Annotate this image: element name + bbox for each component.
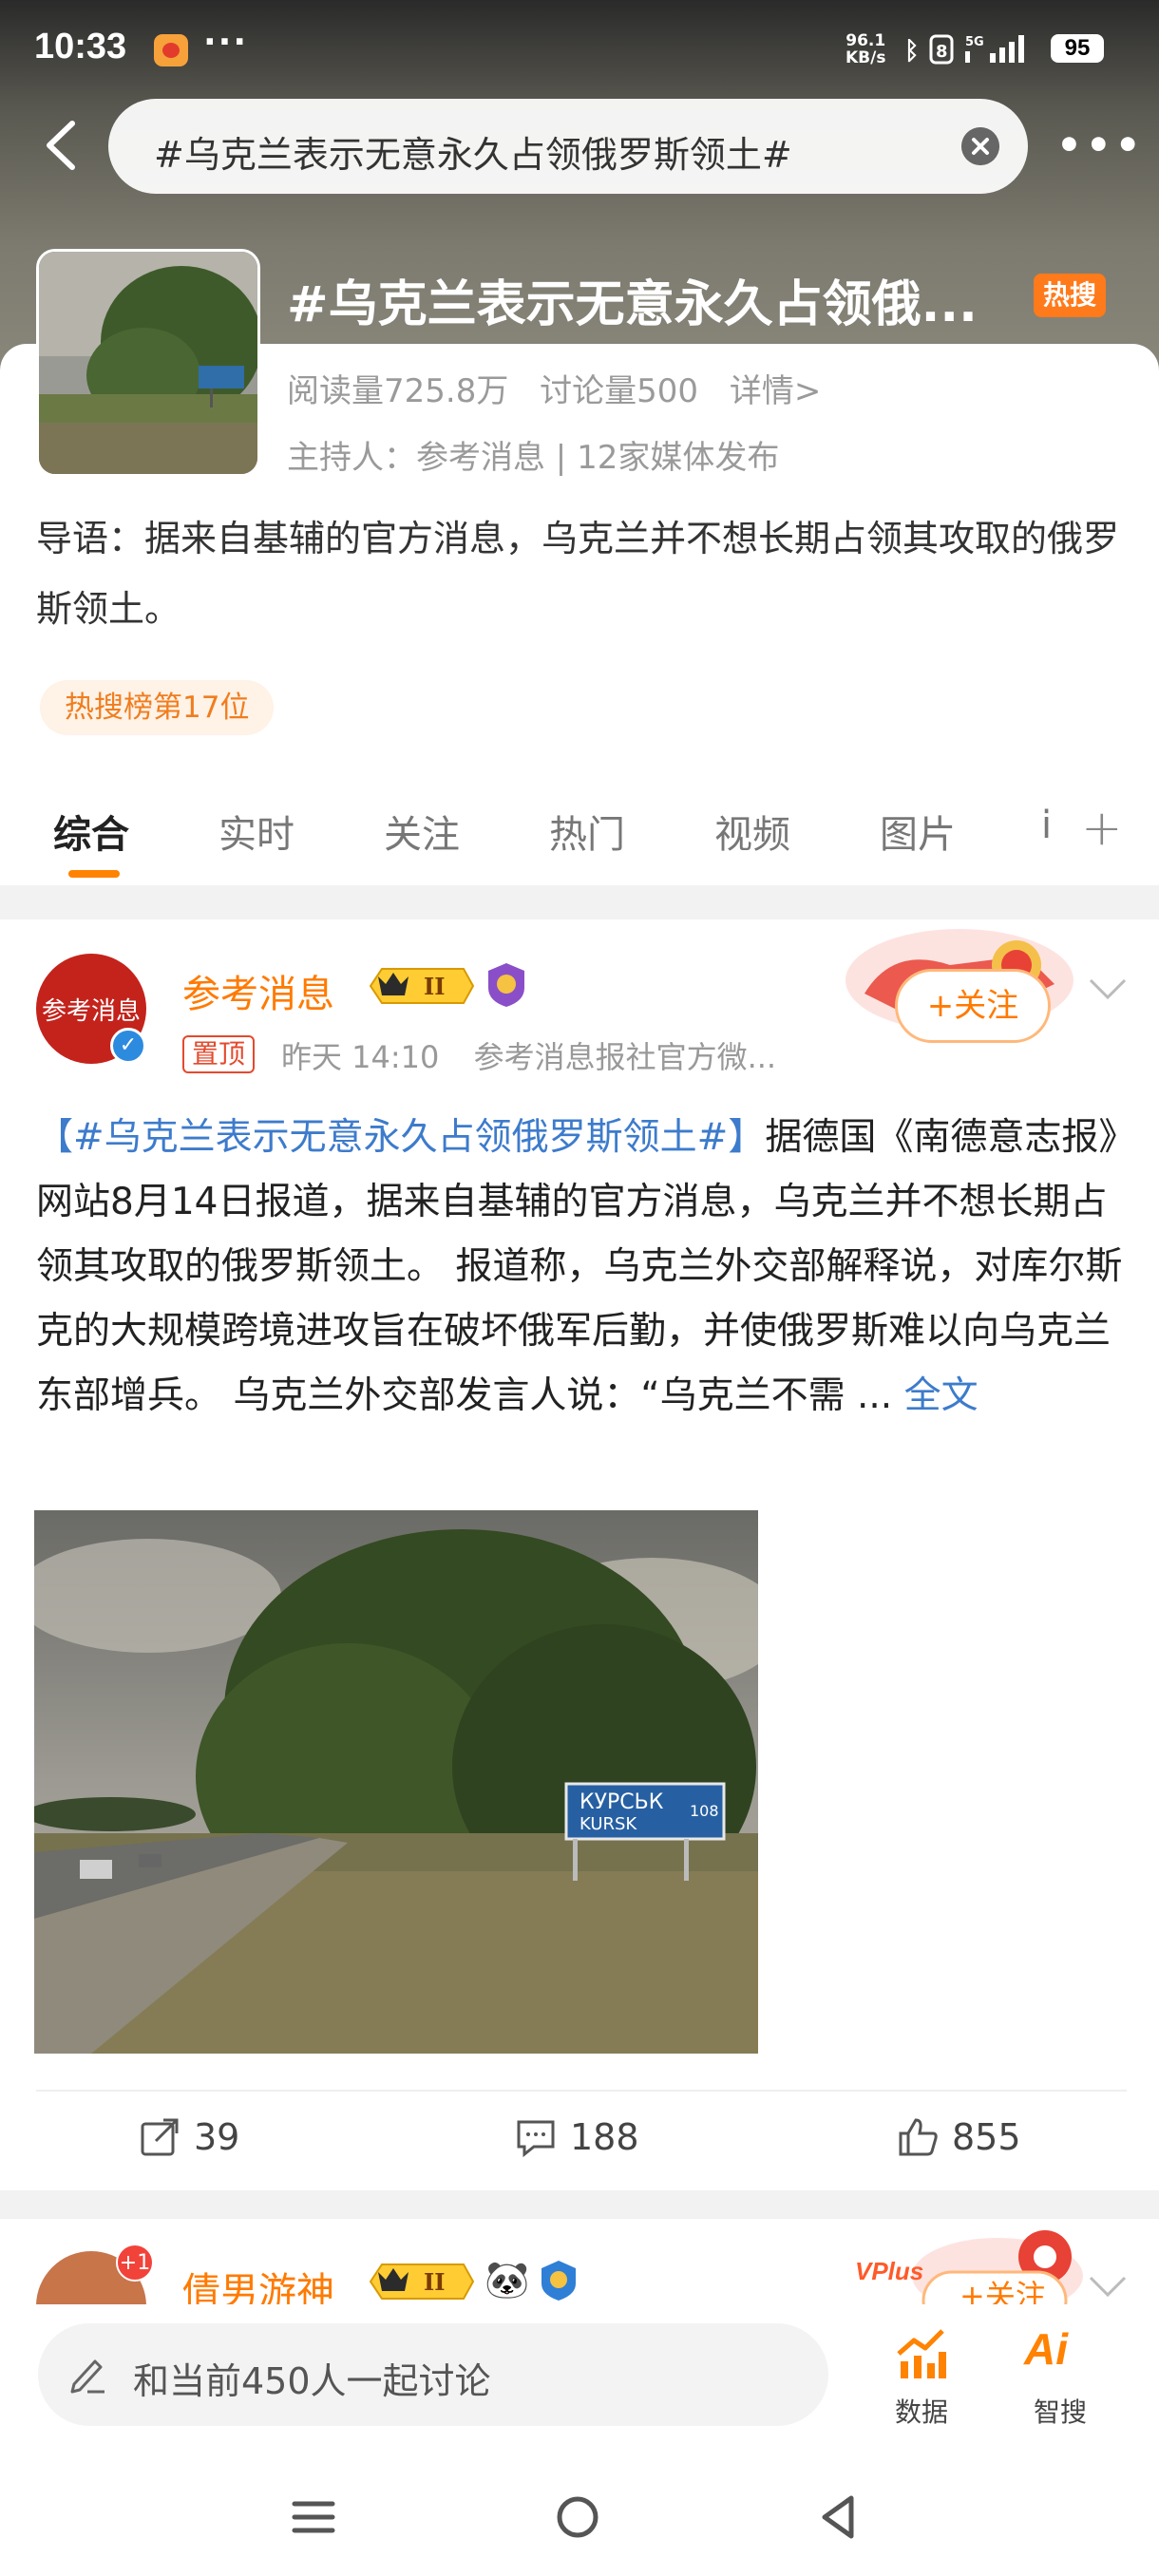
author-name[interactable]: 倩男游神 [182,2261,334,2304]
post-card: 参考消息 ✓ 参考消息 II 置顶 昨天 14:10 参考消息报社官方微... … [0,919,1159,2190]
full-text-link[interactable]: 全文 [904,1374,978,1417]
verified-icon: ✓ [110,1028,146,1064]
search-query: #乌克兰表示无意永久占领俄罗斯领土# [154,134,792,176]
medal-icon [542,2261,576,2301]
tab-following[interactable]: 关注 [384,804,460,859]
topic-title: #乌克兰表示无意永久占领俄... [287,276,978,333]
network-speed-value: 96.1 [846,31,886,50]
tab-realtime[interactable]: 实时 [218,804,294,859]
like-icon [899,2118,938,2156]
vip-badge-icon[interactable]: II [369,965,475,1007]
ai-search-label: 智搜 [1033,2396,1087,2428]
read-count: 阅读量725.8万 [287,372,509,410]
vip-level: II [424,2268,445,2296]
network-speed: 96.1 KB/s [846,32,885,66]
post-time: 昨天 14:10 [281,1039,440,1075]
hot-badge: 热搜 [1034,274,1106,317]
svg-text:5G: 5G [965,35,984,49]
data-button[interactable]: 数据 [874,2320,969,2434]
post-hashtag[interactable]: 【#乌克兰表示无意永久占领俄罗斯领土#】 [36,1116,765,1159]
tab-more-partial[interactable]: i [1041,804,1052,847]
tab-bar: 综合 实时 关注 热门 视频 图片 i + [0,781,1159,885]
follow-decoration-text: VPlus [855,2257,923,2285]
comment-button[interactable]: 188 [515,2116,639,2158]
post-source: 参考消息报社官方微... [473,1039,777,1075]
share-icon [141,2118,179,2156]
topic-thumbnail [36,249,260,477]
avatar-badge: +1 [116,2244,154,2282]
discussion-input[interactable]: 和当前450人一起讨论 [38,2323,828,2426]
bottom-discussion-bar: 和当前450人一起讨论 数据 Ai 智搜 [0,2304,1159,2456]
post-meta: 昨天 14:10 参考消息报社官方微... [281,1033,801,1077]
discussion-placeholder: 和当前450人一起讨论 [133,2360,491,2402]
tab-images[interactable]: 图片 [880,804,956,859]
data-label: 数据 [894,2396,948,2428]
vip-badge-icon[interactable]: II [369,2261,475,2302]
vip-level: II [424,973,445,1000]
chart-icon [897,2329,946,2378]
battery-indicator: 95 [1051,34,1104,63]
sign-line2: KURSK [580,1814,637,1834]
avatar-text: 参考消息 [41,997,141,1026]
panda-icon: 🐼 [484,2259,530,2301]
back-icon[interactable] [34,112,91,179]
repost-button[interactable]: 39 [139,2116,239,2158]
topic-intro: 导语：据来自基辅的官方消息，乌克兰并不想长期占领其攻取的俄罗斯领土。 [36,518,1120,630]
post-text: 【#乌克兰表示无意永久占领俄罗斯领土#】据德国《南德意志报》网站8月14日报道，… [36,1106,1127,1429]
weibo-notification-icon [154,34,188,66]
ai-search-button[interactable]: Ai 智搜 [1013,2320,1108,2434]
post-body: 据德国《南德意志报》网站8月14日报道，据来自基辅的官方消息，乌克兰并不想长期占… [36,1116,1123,1417]
follow-button[interactable]: +关注 [895,969,1051,1043]
follow-button[interactable]: +关注 [960,2278,1046,2304]
details-link[interactable]: 详情> [730,372,822,410]
post-actions: 39 188 855 [36,2090,1127,2190]
discussion-count: 讨论量500 [540,372,699,410]
hot-rank-badge[interactable]: 热搜榜第17位 [40,680,275,735]
sign-line1: КУРСЬК [580,1790,664,1814]
signal-icons: ᛒ 8 5G [904,34,1024,65]
back-nav-icon[interactable] [809,2489,866,2546]
comment-count: 188 [570,2116,639,2158]
post-card: +1 倩男游神 II 🐼 VPlus +关注 [0,2219,1159,2304]
svg-text:8: 8 [936,42,948,62]
status-more-indicator: ··· [203,23,249,62]
more-icon[interactable]: ••• [1056,112,1141,179]
pinned-tag: 置顶 [182,1035,256,1073]
like-count: 855 [952,2116,1021,2158]
active-tab-indicator [68,870,120,878]
status-time: 10:33 [34,27,127,66]
ai-icon: Ai [1024,2324,1068,2374]
like-button[interactable]: 855 [897,2116,1021,2158]
topic-host: 主持人：参考消息 | 12家媒体发布 [287,439,780,477]
medal-icon [488,963,524,1007]
chevron-down-icon[interactable] [1087,975,1129,1003]
edit-icon [70,2359,104,2394]
tab-hot[interactable]: 热门 [549,804,625,859]
chevron-down-icon[interactable] [1087,2272,1129,2301]
comment-icon [517,2120,555,2158]
follow-decoration: VPlus +关注 [855,2230,1083,2304]
post-image[interactable]: КУРСЬК KURSK 108 [34,1510,758,2054]
home-icon[interactable] [549,2489,606,2546]
network-speed-unit: KB/s [846,48,886,67]
topic-stats: 阅读量725.8万 讨论量500 详情> [287,365,842,411]
clear-icon[interactable] [961,127,999,165]
author-name[interactable]: 参考消息 [182,963,334,1018]
tab-comprehensive[interactable]: 综合 [53,804,129,859]
sign-number: 108 [690,1802,719,1820]
system-navigation-bar [0,2456,1159,2576]
menu-icon[interactable] [285,2489,342,2546]
search-input[interactable]: #乌克兰表示无意永久占领俄罗斯领土# [108,99,1028,194]
repost-count: 39 [194,2116,240,2158]
status-bar: 10:33 ··· 96.1 KB/s ᛒ 8 5G 95 [0,0,1159,95]
add-tab-icon[interactable]: + [1081,800,1123,857]
svg-text:ᛒ: ᛒ [904,37,920,65]
tab-video[interactable]: 视频 [714,804,790,859]
